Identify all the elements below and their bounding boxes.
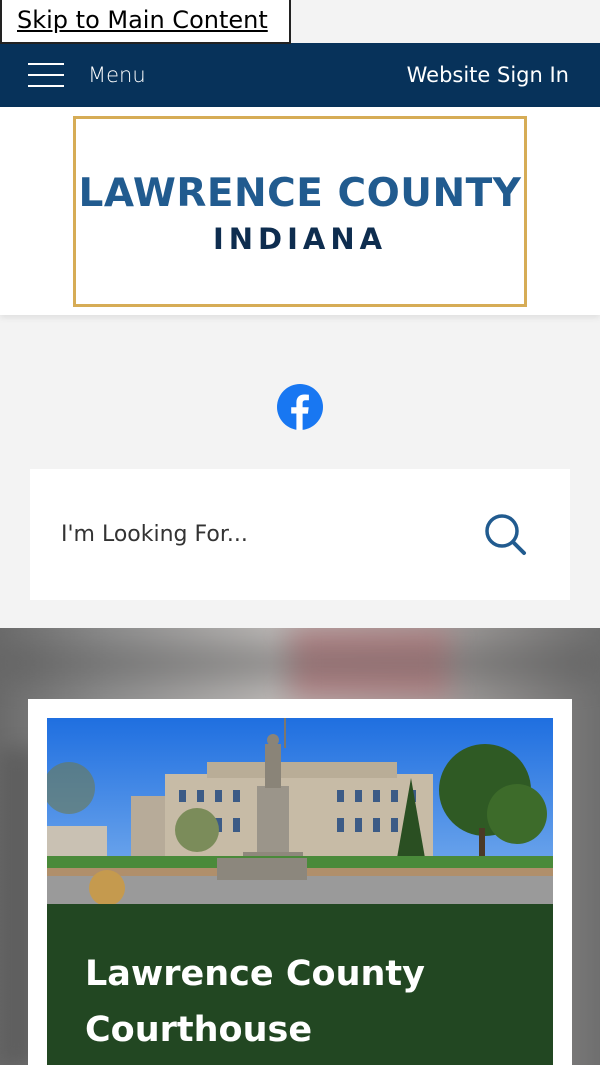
search-icon[interactable] [482, 511, 528, 557]
menu-button[interactable]: Menu [28, 62, 146, 88]
county-logo[interactable]: LAWRENCE COUNTY INDIANA [73, 116, 527, 307]
hamburger-icon [28, 62, 64, 88]
search-input[interactable] [61, 517, 441, 551]
feature-caption: Lawrence County Courthouse [47, 904, 553, 1065]
feature-card[interactable]: Lawrence County Courthouse [28, 699, 572, 1065]
top-navigation-bar: Menu Website Sign In [0, 43, 600, 107]
logo-county-name: LAWRENCE COUNTY [78, 171, 522, 216]
site-search [30, 469, 570, 600]
logo-state-name: INDIANA [212, 222, 388, 256]
facebook-icon[interactable] [277, 384, 323, 430]
website-sign-in-link[interactable]: Website Sign In [407, 63, 569, 87]
menu-label: Menu [88, 63, 146, 87]
skip-to-main-content-link[interactable]: Skip to Main Content [0, 0, 291, 44]
logo-banner: LAWRENCE COUNTY INDIANA [0, 107, 600, 315]
courthouse-photo [47, 718, 553, 904]
feature-title[interactable]: Lawrence County Courthouse [85, 946, 525, 1058]
